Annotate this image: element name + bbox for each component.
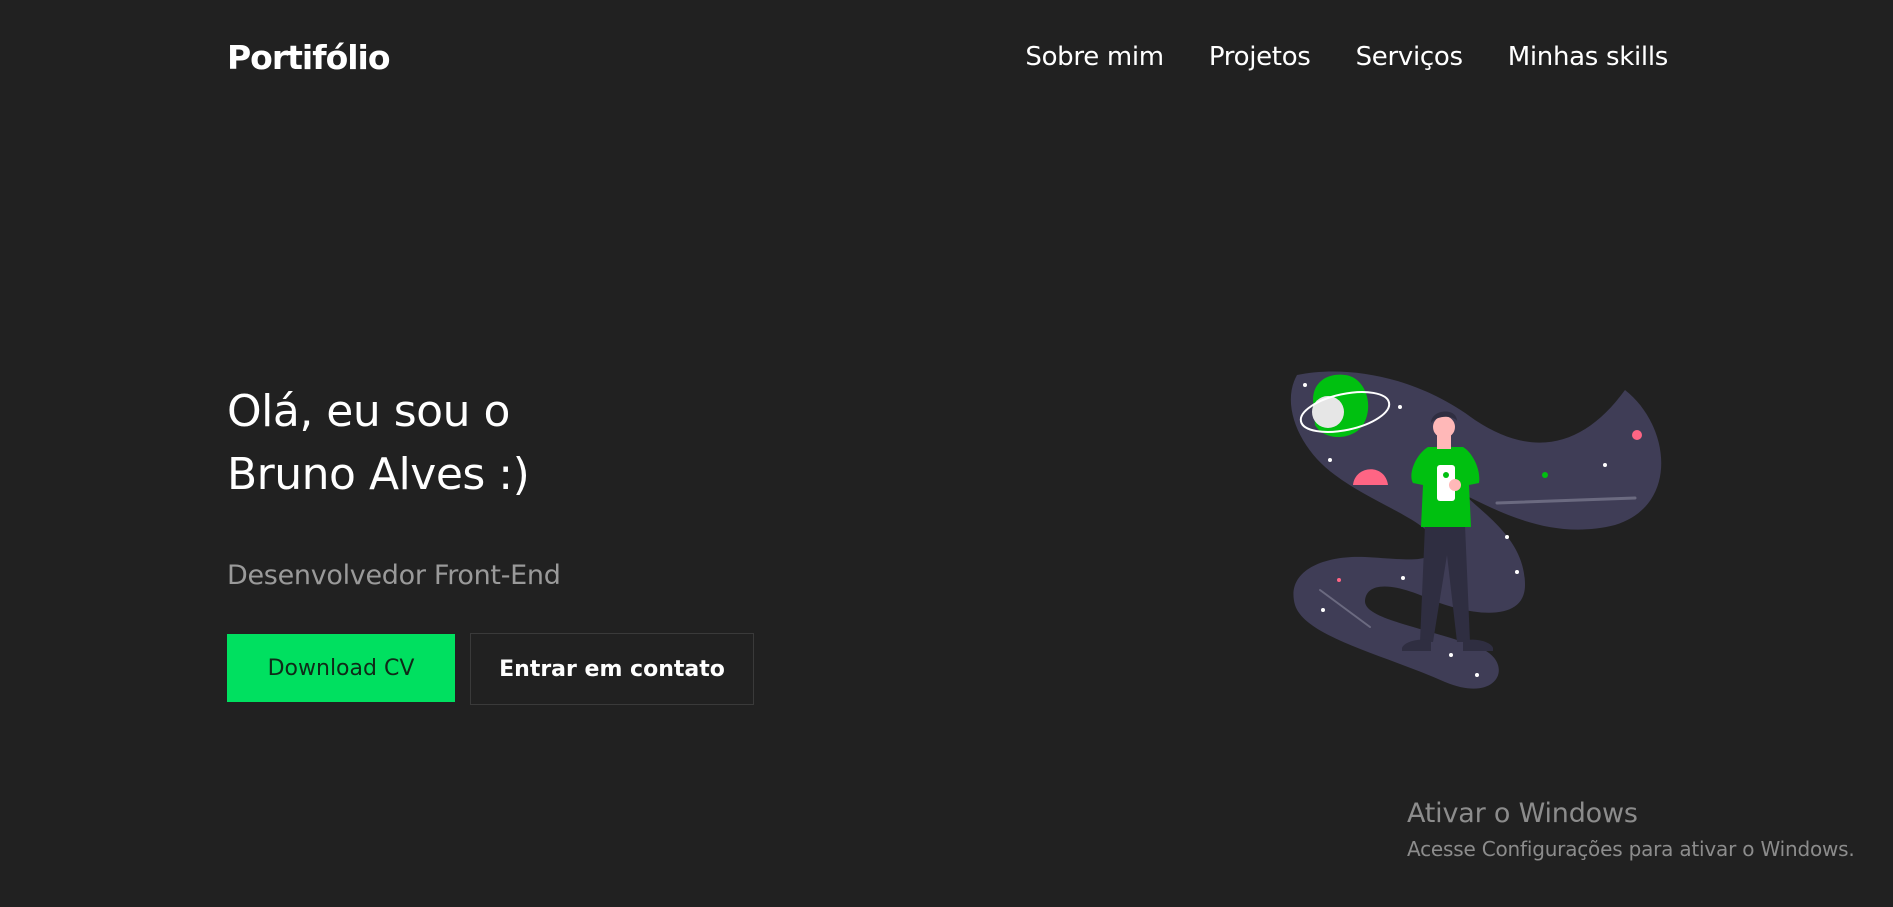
watermark-title: Ativar o Windows bbox=[1407, 798, 1638, 829]
hero-title: Olá, eu sou o Bruno Alves :) bbox=[227, 380, 530, 506]
hero-title-line-2: Bruno Alves :) bbox=[227, 449, 530, 500]
hero-title-line-1: Olá, eu sou o bbox=[227, 386, 510, 437]
nav-link-servicos[interactable]: Serviços bbox=[1356, 42, 1463, 72]
nav-link-sobre-mim[interactable]: Sobre mim bbox=[1025, 42, 1164, 72]
hero-subtitle: Desenvolvedor Front-End bbox=[227, 560, 561, 591]
contact-button[interactable]: Entrar em contato bbox=[470, 633, 754, 705]
nav-link-projetos[interactable]: Projetos bbox=[1209, 42, 1311, 72]
page: Portifólio Sobre mim Projetos Serviços M… bbox=[0, 0, 1893, 907]
logo[interactable]: Portifólio bbox=[227, 38, 391, 77]
watermark-subtitle: Acesse Configurações para ativar o Windo… bbox=[1407, 837, 1855, 861]
illustration-svg bbox=[1290, 371, 1662, 689]
windows-activation-watermark: Ativar o Windows Acesse Configurações pa… bbox=[1407, 798, 1855, 861]
person-in-space-illustration bbox=[1285, 365, 1675, 695]
nav-link-minhas-skills[interactable]: Minhas skills bbox=[1508, 42, 1669, 72]
hero-buttons: Download CV Entrar em contato bbox=[227, 633, 754, 705]
download-cv-button[interactable]: Download CV bbox=[227, 634, 455, 702]
main-nav: Sobre mim Projetos Serviços Minhas skill… bbox=[1025, 42, 1668, 72]
